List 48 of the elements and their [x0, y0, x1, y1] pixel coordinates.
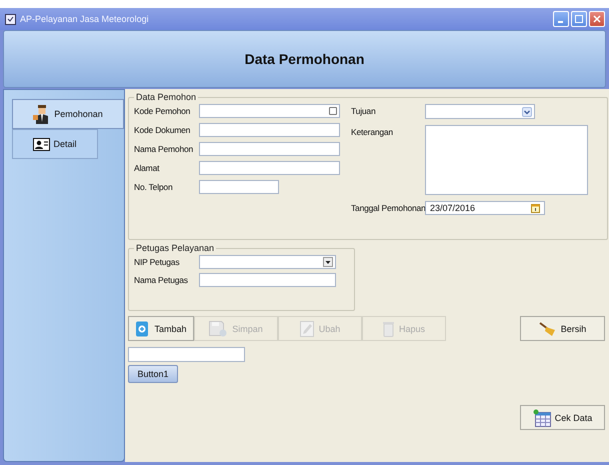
- group-title: Petugas Pelayanan: [135, 243, 216, 253]
- sidebar-item[interactable]: Pemohonan: [12, 99, 124, 129]
- text-area[interactable]: [425, 125, 588, 195]
- field-label: Alamat: [134, 162, 160, 175]
- input-field[interactable]: [199, 123, 340, 137]
- toolbar-button[interactable]: Tambah: [128, 316, 194, 341]
- app-icon: [5, 14, 16, 24]
- window-title: AP-Pelayanan Jasa Meteorologi: [20, 14, 150, 24]
- id-card-icon: [33, 138, 50, 150]
- close-button[interactable]: [589, 11, 605, 27]
- input-field[interactable]: [199, 180, 279, 194]
- field-label: NIP Petugas: [134, 256, 180, 269]
- input-field[interactable]: [128, 347, 245, 362]
- add-icon: [135, 320, 150, 336]
- broom-icon: [538, 322, 557, 336]
- check-data-button[interactable]: Cek Data: [520, 405, 605, 430]
- minimize-button[interactable]: [553, 11, 569, 27]
- button[interactable]: Button1: [128, 365, 178, 383]
- field-label: Kode Dokumen: [134, 124, 192, 137]
- dropdown-icon: [323, 257, 333, 267]
- date-picker[interactable]: 23/07/2016: [425, 201, 545, 215]
- trash-icon: [382, 320, 394, 336]
- field-label: Kode Pemohon: [134, 105, 192, 118]
- combo-box[interactable]: [199, 255, 336, 269]
- maximize-icon: [575, 15, 583, 23]
- field-label: Nama Petugas: [134, 274, 189, 287]
- field-label: Nama Pemohon: [134, 143, 194, 156]
- combo-box[interactable]: [425, 104, 535, 119]
- ellipsis-icon: [329, 107, 337, 115]
- clear-button[interactable]: Bersih: [520, 316, 605, 341]
- floppy-icon: [209, 320, 228, 336]
- field-label: No. Telpon: [134, 181, 174, 194]
- group-title: Data Pemohon: [135, 92, 198, 102]
- field-label: Tujuan: [351, 105, 376, 118]
- dropdown-icon: [522, 106, 532, 116]
- input-field[interactable]: [199, 104, 340, 118]
- calendar-icon: [531, 203, 540, 213]
- table-icon: [532, 408, 551, 426]
- input-field[interactable]: [199, 161, 340, 175]
- input-field[interactable]: [199, 273, 336, 287]
- pencil-icon: [300, 320, 314, 336]
- field-label: Keterangan: [351, 126, 394, 139]
- field-label: Tanggal Pemohonan: [351, 202, 425, 215]
- close-icon: [593, 15, 601, 23]
- page-title: Data Permohonan: [244, 51, 364, 67]
- maximize-button[interactable]: [571, 11, 587, 27]
- input-field[interactable]: [199, 142, 340, 156]
- sidebar-item[interactable]: Detail: [12, 129, 98, 159]
